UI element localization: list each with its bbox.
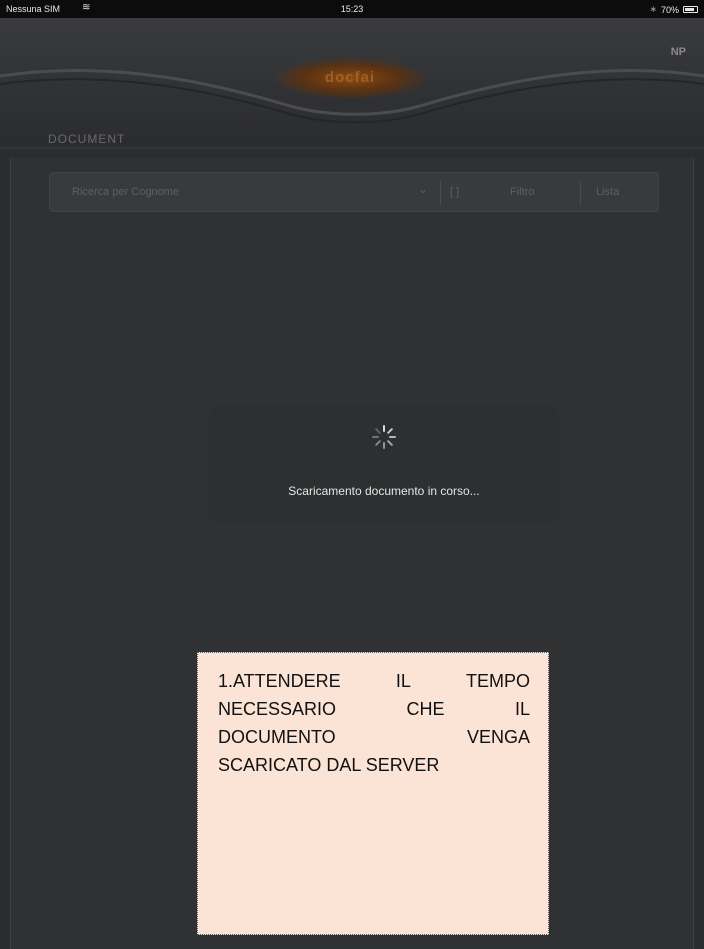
- battery-icon: [683, 6, 698, 13]
- app-header: docfai NP DOCUMENT: [0, 18, 704, 158]
- note-word: DOCUMENTO: [218, 727, 336, 747]
- section-title[interactable]: DOCUMENT: [48, 132, 125, 146]
- note-word: NECESSARIO: [218, 699, 337, 719]
- note-word: CHE: [406, 699, 445, 719]
- note-word: VENGA: [466, 727, 530, 747]
- spinner-icon: [372, 425, 396, 449]
- status-bar: Nessuna SIM ≋ 15:23 ∗ 70%: [0, 0, 704, 18]
- note-word: 1.ATTENDERE: [218, 671, 341, 691]
- loading-message: Scaricamento documento in corso...: [288, 484, 480, 498]
- note-line: NECESSARIO CHE IL: [218, 695, 530, 723]
- loading-overlay: Scaricamento documento in corso...: [209, 406, 559, 524]
- note-word: TEMPO: [465, 671, 530, 691]
- battery-percent: 70%: [660, 4, 679, 15]
- note-line: DOCUMENTO VENGA: [218, 723, 530, 751]
- clock: 15:23: [340, 4, 364, 14]
- logo-text: docfai: [324, 69, 376, 86]
- filter-button[interactable]: Filtro: [510, 186, 534, 198]
- note-line: 1.ATTENDERE IL TEMPO: [218, 667, 530, 695]
- divider: [440, 181, 441, 205]
- battery-group: ∗ 70%: [649, 4, 698, 15]
- note-word: IL: [514, 699, 530, 719]
- search-field[interactable]: Ricerca per Cognome: [72, 186, 179, 198]
- note-word: IL: [395, 671, 411, 691]
- chevron-down-icon[interactable]: ⌄: [418, 182, 428, 196]
- profile-button[interactable]: NP: [671, 46, 686, 58]
- ipad-screen: Nessuna SIM ≋ 15:23 ∗ 70% docfai NP DOCU…: [0, 0, 704, 949]
- note-line: SCARICATO DAL SERVER: [218, 751, 530, 779]
- note-word: SCARICATO DAL SERVER: [218, 755, 440, 775]
- bluetooth-icon: ∗: [649, 4, 657, 14]
- list-button[interactable]: Lista: [596, 186, 619, 198]
- divider: [580, 181, 581, 205]
- app-logo: docfai: [275, 58, 425, 98]
- instruction-note: 1.ATTENDERE IL TEMPO NECESSARIO CHE IL D…: [197, 652, 549, 935]
- search-toolbar: Ricerca per Cognome ⌄ [ ] Filtro Lista: [49, 172, 659, 212]
- toggle-button[interactable]: [ ]: [450, 186, 459, 198]
